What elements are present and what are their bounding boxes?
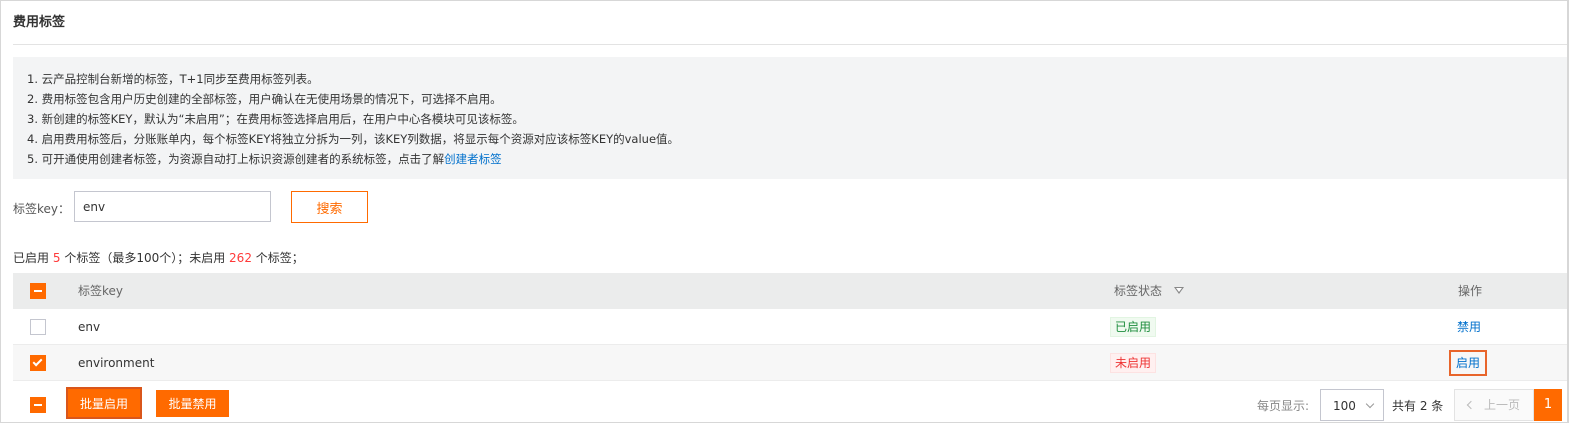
summary-middle: 个标签（最多100个）；未启用 (64, 251, 226, 265)
tags-table: 标签key 标签状态 操作 env 已启用 禁用 environment 未启用… (13, 273, 1567, 381)
minus-icon (34, 404, 42, 406)
page-size-select[interactable]: 100 (1320, 389, 1384, 421)
disable-link[interactable]: 禁用 (1457, 320, 1481, 334)
select-all-checkbox[interactable] (30, 283, 46, 299)
highlight-box: 启用 (1449, 350, 1488, 376)
row-checkbox[interactable] (30, 319, 46, 335)
table-footer: 批量启用 批量禁用 每页显示: 100 共有 2 条 上一页 1 (13, 385, 1567, 421)
chevron-left-icon (1466, 400, 1476, 410)
row-tag-key: env (78, 320, 101, 334)
search-button[interactable]: 搜索 (291, 191, 368, 223)
prev-page-label: 上一页 (1483, 398, 1520, 412)
notice-line-3: 3. 新创建的标签KEY，默认为“未启用”；在费用标签选择启用后，在用户中心各模… (27, 112, 524, 126)
row-status: 未启用 (1110, 345, 1157, 381)
summary-prefix: 已启用 (13, 251, 50, 265)
notice-line-2: 2. 费用标签包含用户历史创建的全部标签，用户确认在无使用场景的情况下，可选择不… (27, 92, 502, 106)
disabled-count: 262 (229, 251, 252, 265)
tag-key-input[interactable] (74, 191, 271, 222)
tag-key-label: 标签key： (13, 202, 71, 216)
enabled-count: 5 (52, 251, 61, 265)
minus-icon (34, 290, 42, 292)
notice-line-4: 4. 启用费用标签后，分账账单内，每个标签KEY将独立分拆为一列，该KEY列数据… (27, 132, 680, 146)
enable-link[interactable]: 启用 (1456, 356, 1480, 370)
header-tag-key: 标签key (78, 284, 124, 298)
header-action: 操作 (1458, 284, 1483, 298)
page-title: 费用标签 (13, 15, 66, 30)
title-divider (13, 44, 1567, 45)
notice-line-5: 5. 可开通使用创建者标签，为资源自动打上标识资源创建者的系统标签，点击了解创建… (27, 149, 1567, 169)
table-row: env 已启用 禁用 (13, 309, 1567, 345)
page-size-value: 100 (1333, 399, 1356, 413)
notice-line-1: 1. 云产品控制台新增的标签，T+1同步至费用标签列表。 (27, 72, 319, 86)
tag-summary: 已启用 5 个标签（最多100个）；未启用 262 个标签； (13, 249, 304, 266)
chevron-down-icon (1365, 399, 1375, 409)
total-count: 共有 2 条 (1392, 399, 1444, 413)
panel-edge (1568, 0, 1569, 423)
row-status: 已启用 (1110, 309, 1157, 345)
page-size-label: 每页显示: (1257, 399, 1310, 413)
batch-disable-button[interactable]: 批量禁用 (156, 390, 229, 417)
summary-suffix: 个标签； (255, 251, 304, 265)
filter-icon[interactable] (1174, 287, 1185, 294)
prev-page-button[interactable]: 上一页 (1454, 389, 1534, 421)
row-action: 禁用 (1457, 309, 1481, 345)
footer-select-all-checkbox[interactable] (30, 397, 46, 413)
notice-line-5-text: 5. 可开通使用创建者标签，为资源自动打上标识资源创建者的系统标签，点击了解 (27, 152, 445, 166)
batch-enable-button[interactable]: 批量启用 (66, 387, 142, 419)
row-checkbox[interactable] (30, 355, 46, 371)
status-badge: 未启用 (1110, 353, 1157, 373)
row-tag-key: environment (78, 356, 155, 370)
header-tag-status[interactable]: 标签状态 (1114, 273, 1185, 309)
current-page[interactable]: 1 (1534, 389, 1562, 421)
header-tag-status-label: 标签状态 (1114, 284, 1163, 298)
status-badge: 已启用 (1110, 317, 1157, 337)
table-header: 标签key 标签状态 操作 (13, 273, 1567, 309)
table-row: environment 未启用 启用 (13, 345, 1567, 381)
check-icon (32, 356, 43, 367)
row-action: 启用 (1449, 345, 1488, 381)
creator-tag-link[interactable]: 创建者标签 (444, 152, 502, 166)
notice-box: 1. 云产品控制台新增的标签，T+1同步至费用标签列表。 2. 费用标签包含用户… (13, 57, 1567, 179)
